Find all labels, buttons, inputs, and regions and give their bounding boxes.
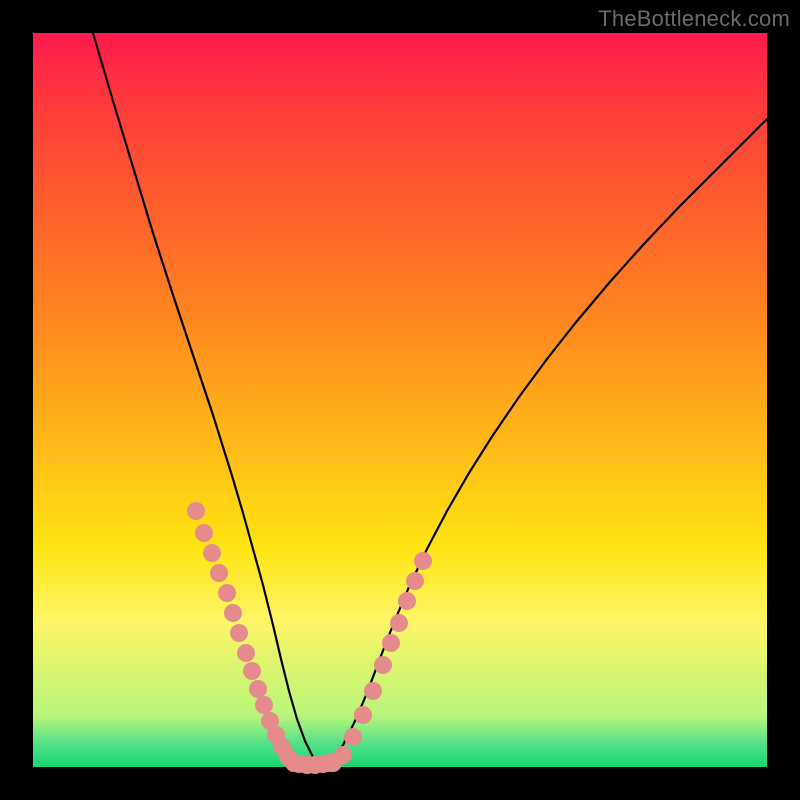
data-dot — [364, 682, 382, 700]
data-dot — [255, 696, 273, 714]
data-dot — [203, 544, 221, 562]
data-dot — [374, 656, 392, 674]
data-dot — [354, 706, 372, 724]
bottleneck-curve — [93, 33, 767, 765]
outer-frame: TheBottleneck.com — [0, 0, 800, 800]
data-dot — [195, 524, 213, 542]
data-dot — [210, 564, 228, 582]
dot-cluster-left — [187, 502, 303, 772]
data-dot — [218, 584, 236, 602]
chart-svg — [33, 33, 767, 767]
dot-cluster-bottom — [290, 754, 338, 774]
data-dot — [320, 754, 338, 772]
data-dot — [237, 644, 255, 662]
data-dot — [224, 604, 242, 622]
data-dot — [344, 728, 362, 746]
data-dot — [382, 634, 400, 652]
data-dot — [187, 502, 205, 520]
data-dot — [398, 592, 416, 610]
data-dot — [406, 572, 424, 590]
data-dot — [243, 662, 261, 680]
data-dot — [230, 624, 248, 642]
watermark-text: TheBottleneck.com — [598, 6, 790, 32]
dot-cluster-right — [324, 552, 432, 772]
chart-plot-area — [33, 33, 767, 767]
data-dot — [390, 614, 408, 632]
data-dot — [414, 552, 432, 570]
data-dot — [249, 680, 267, 698]
